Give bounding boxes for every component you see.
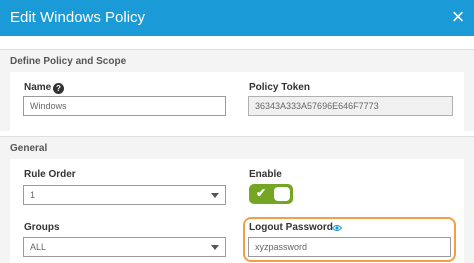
groups-value: ALL	[30, 242, 47, 252]
name-label: Name	[24, 82, 52, 93]
rule-order-label: Rule Order	[24, 169, 76, 180]
policy-token-field: 36343A333A57696E646F7773	[248, 96, 453, 116]
section-title-general: General	[10, 143, 48, 154]
chevron-down-icon	[211, 245, 219, 250]
groups-label: Groups	[24, 222, 60, 233]
eye-icon[interactable]	[332, 224, 342, 232]
logout-password-label: Logout Password	[249, 222, 333, 233]
define-policy-section: Define Policy and Scope Name ? Windows P…	[0, 49, 474, 132]
toggle-knob	[274, 187, 290, 201]
dialog-title: Edit Windows Policy	[10, 9, 146, 26]
enable-label: Enable	[249, 169, 282, 180]
check-icon: ✔	[256, 186, 267, 200]
name-input[interactable]: Windows	[23, 96, 226, 116]
help-circle-icon[interactable]: ?	[53, 83, 64, 94]
logout-password-input[interactable]: xyzpassword	[248, 237, 451, 257]
section-title-define: Define Policy and Scope	[10, 56, 127, 67]
policy-token-label: Policy Token	[249, 82, 310, 93]
rule-order-select[interactable]: 1	[23, 185, 226, 205]
rule-order-value: 1	[30, 190, 36, 200]
close-icon[interactable]: ×	[448, 4, 468, 30]
groups-select[interactable]: ALL	[23, 237, 226, 257]
chevron-down-icon	[211, 193, 219, 198]
enable-toggle[interactable]: ✔	[249, 184, 293, 204]
general-section: General Rule Order 1 Enable ✔ Groups ALL…	[0, 136, 474, 263]
dialog-header: Edit Windows Policy ×	[0, 0, 474, 36]
